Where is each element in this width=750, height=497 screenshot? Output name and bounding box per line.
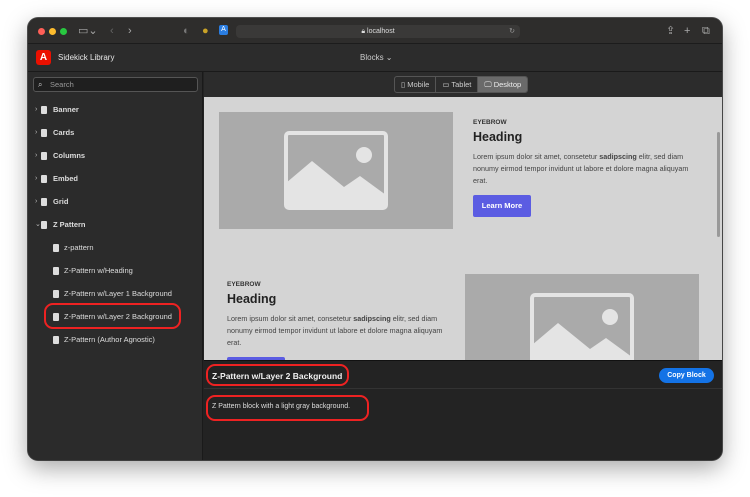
body-text-part: Lorem ipsum dolor sit amet, consetetur (227, 314, 354, 323)
chevron-right-icon: › (35, 175, 38, 182)
viewport-toolbar: ▯ Mobile ▭ Tablet 🖵︎ Desktop (204, 72, 722, 97)
tree-child-z-pattern[interactable]: z-pattern (28, 240, 203, 256)
tree-item-label: Z-Pattern (Author Agnostic) (64, 335, 155, 344)
minimize-window-button[interactable] (49, 28, 56, 35)
body-text-bold: sadipscing (353, 314, 391, 323)
tree-item-label: Z-Pattern w/Heading (64, 266, 133, 275)
tree-item-label: Cards (53, 128, 75, 137)
highlight-annotation (206, 395, 369, 421)
sidebar: ⌕ Search › Banner › Cards › Columns › Embed ›… (28, 72, 203, 460)
eyebrow: EYEBROW (473, 119, 507, 126)
tree-item-label: Embed (53, 174, 79, 183)
highlight-annotation (44, 303, 181, 329)
image-placeholder (219, 112, 453, 229)
address-bar[interactable]: 🔒︎ localhost ↻ (236, 25, 520, 38)
lock-icon: 🔒︎ (361, 28, 366, 35)
search-icon: ⌕ (38, 80, 43, 89)
tablet-icon: ▭ (442, 80, 450, 89)
chevron-right-icon: › (35, 152, 38, 159)
document-icon (41, 175, 47, 183)
tree-child-z-pattern-author-agnostic[interactable]: Z-Pattern (Author Agnostic) (28, 332, 203, 348)
image-icon (284, 131, 388, 210)
tree-item-label: Grid (53, 197, 69, 206)
document-icon (53, 267, 59, 275)
tree-item-banner[interactable]: › Banner (28, 102, 203, 118)
search-input[interactable]: ⌕ Search (33, 77, 198, 92)
heading: Heading (473, 130, 523, 144)
body-text: Lorem ipsum dolor sit amet, consetetur s… (473, 151, 698, 187)
tree-item-label: Columns (53, 151, 86, 160)
tree-item-embed[interactable]: › Embed (28, 171, 203, 187)
tree-item-z-pattern[interactable]: ⌄ Z Pattern (28, 217, 203, 233)
desktop-label: Desktop (493, 80, 522, 89)
chevron-down-icon: ⌄ (385, 53, 393, 62)
tabs-overview-icon[interactable]: ⧉ (702, 24, 710, 38)
document-icon (53, 244, 59, 252)
blocks-dropdown[interactable]: Blocks ⌄ (360, 53, 393, 62)
desktop-icon: 🖵︎ (484, 80, 492, 89)
document-icon (41, 129, 47, 137)
body-text-part: Lorem ipsum dolor sit amet, consetetur (473, 152, 600, 161)
tree-item-label: Z-Pattern w/Layer 1 Background (64, 289, 172, 298)
document-icon (41, 152, 47, 160)
divider (204, 388, 722, 389)
url-text: localhost (367, 28, 395, 35)
document-icon (41, 198, 47, 206)
mobile-view-button[interactable]: ▯ Mobile (395, 77, 437, 92)
document-icon (41, 221, 47, 229)
shield-icon[interactable]: ◐ (183, 24, 190, 38)
chevron-right-icon: › (35, 198, 38, 205)
chevron-down-icon: ⌄ (35, 221, 41, 228)
body-text-bold: sadipscing (599, 152, 637, 161)
blocks-label: Blocks (360, 53, 384, 62)
learn-more-button[interactable]: Learn More (473, 195, 531, 217)
new-tab-icon[interactable]: + (684, 24, 690, 38)
search-placeholder: Search (50, 80, 74, 89)
preview-scrollbar[interactable] (717, 132, 720, 237)
tree-item-cards[interactable]: › Cards (28, 125, 203, 141)
document-icon (53, 336, 59, 344)
phone-icon: ▯ (401, 80, 406, 89)
close-window-button[interactable] (38, 28, 45, 35)
chevron-right-icon: › (35, 106, 38, 113)
tablet-view-button[interactable]: ▭ Tablet (436, 77, 479, 92)
extension-icon[interactable]: ● (202, 24, 209, 38)
chevron-right-icon: › (35, 129, 38, 136)
maximize-window-button[interactable] (60, 28, 67, 35)
heading: Heading (227, 292, 277, 306)
app-header: A Sidekick Library Blocks ⌄ (28, 44, 722, 72)
body-text: Lorem ipsum dolor sit amet, consetetur s… (227, 313, 452, 349)
tablet-label: Tablet (451, 80, 472, 89)
sidebar-toggle-icon[interactable]: ▭⌄ (78, 24, 98, 38)
tree-item-label: Banner (53, 105, 79, 114)
browser-window: ▭⌄ ‹ › ◐ ● A 🔒︎ localhost ↻ ⇪ + ⧉ A Sidek… (28, 18, 722, 460)
block-preview: EYEBROW Heading Lorem ipsum dolor sit am… (204, 97, 722, 360)
mobile-label: Mobile (407, 80, 430, 89)
tree-item-grid[interactable]: › Grid (28, 194, 203, 210)
eyebrow: EYEBROW (227, 281, 261, 288)
viewport-switcher: ▯ Mobile ▭ Tablet 🖵︎ Desktop (394, 76, 529, 93)
forward-icon[interactable]: › (128, 24, 132, 38)
highlight-annotation (206, 364, 349, 386)
reload-icon[interactable]: ↻ (509, 25, 515, 38)
desktop-view-button[interactable]: 🖵︎ Desktop (478, 77, 528, 92)
image-placeholder (465, 274, 699, 360)
adobe-logo-icon: A (36, 50, 51, 65)
block-details-panel: Z-Pattern w/Layer 2 Background Copy Bloc… (204, 360, 722, 460)
tree-item-label: z-pattern (64, 243, 94, 252)
document-icon (41, 106, 47, 114)
tree-item-label: Z Pattern (53, 220, 86, 229)
copy-block-button[interactable]: Copy Block (659, 368, 714, 383)
adobe-extension-icon[interactable]: A (219, 25, 228, 35)
app-title: Sidekick Library (58, 53, 115, 62)
tree-item-columns[interactable]: › Columns (28, 148, 203, 164)
browser-titlebar: ▭⌄ ‹ › ◐ ● A 🔒︎ localhost ↻ ⇪ + ⧉ (28, 18, 722, 44)
tree-child-z-pattern-layer1[interactable]: Z-Pattern w/Layer 1 Background (28, 286, 203, 302)
document-icon (53, 290, 59, 298)
back-icon[interactable]: ‹ (110, 24, 114, 38)
share-icon[interactable]: ⇪ (666, 24, 675, 38)
image-icon (530, 293, 634, 360)
tree-child-z-pattern-heading[interactable]: Z-Pattern w/Heading (28, 263, 203, 279)
